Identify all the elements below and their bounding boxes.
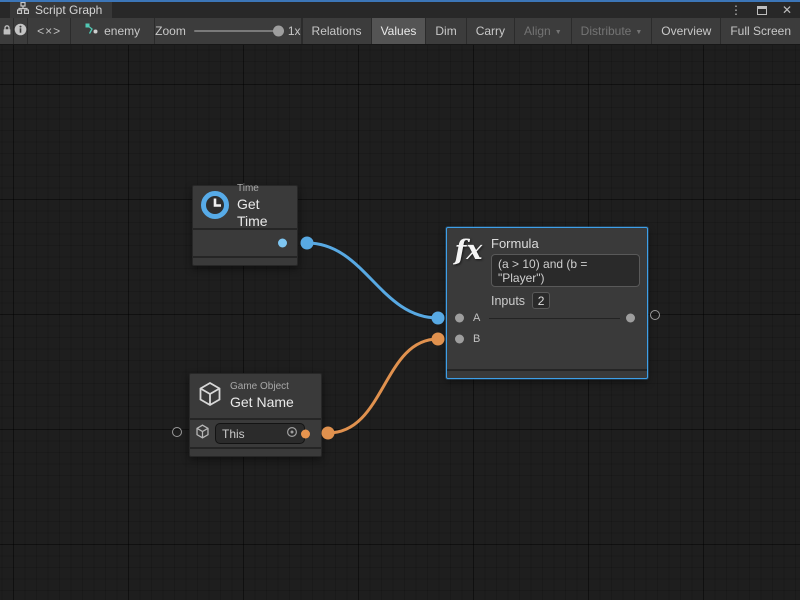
- lock-icon: [1, 24, 13, 39]
- graph-canvas[interactable]: Time Get Time fx Formula (a > 10) and (b…: [0, 45, 800, 600]
- zoom-slider[interactable]: [194, 30, 280, 32]
- output-port-result[interactable]: [626, 314, 635, 323]
- output-port-time[interactable]: [278, 239, 287, 248]
- wire-endpoint: [322, 427, 335, 440]
- info-icon: [14, 23, 27, 39]
- graph-name: enemy: [104, 24, 140, 38]
- wire-endpoint: [432, 312, 445, 325]
- node-category: Time: [237, 183, 290, 196]
- hierarchy-icon: [17, 1, 29, 19]
- object-picker-icon[interactable]: [286, 425, 298, 443]
- node-footer: [190, 447, 321, 456]
- node-category: Game Object: [230, 381, 294, 394]
- distribute-dropdown[interactable]: Distribute ▼: [571, 18, 652, 44]
- wire-name-to-formula-b[interactable]: [328, 339, 438, 433]
- zoom-value: 1x: [288, 24, 301, 38]
- wire-endpoint: [432, 333, 445, 346]
- chevron-down-icon: ▼: [635, 29, 642, 36]
- input-port-b[interactable]: [455, 335, 464, 344]
- zoom-label: Zoom: [155, 24, 186, 38]
- align-dropdown[interactable]: Align ▼: [514, 18, 571, 44]
- port-b-label: B: [473, 333, 480, 345]
- port-a-label: A: [473, 312, 480, 324]
- formula-fx-icon: fx: [452, 236, 485, 309]
- input-port-a[interactable]: [455, 314, 464, 323]
- code-icon: <×>: [37, 24, 61, 38]
- wire-endpoint: [301, 237, 314, 250]
- node-title: Formula: [491, 236, 640, 251]
- dim-button[interactable]: Dim: [425, 18, 465, 44]
- menu-kebab-icon[interactable]: ⋮: [730, 2, 742, 18]
- cube-icon-small: [195, 424, 210, 444]
- get-name-target-ring[interactable]: [172, 427, 182, 437]
- inspect-button[interactable]: [14, 18, 28, 44]
- title-bar: Script Graph ⋮ ✕: [0, 0, 800, 18]
- values-button[interactable]: Values: [371, 18, 426, 44]
- overview-button[interactable]: Overview: [651, 18, 720, 44]
- port-row-a: A: [447, 308, 647, 328]
- graph-breadcrumb[interactable]: enemy: [71, 18, 155, 44]
- node-get-name-header: Game Object Get Name: [190, 374, 321, 418]
- zoom-slider-handle[interactable]: [273, 26, 284, 37]
- port-row-b: B: [447, 329, 647, 349]
- formula-result-ring[interactable]: [650, 310, 660, 320]
- tab-script-graph[interactable]: Script Graph: [10, 2, 112, 18]
- node-formula-header: fx Formula (a > 10) and (b = "Player") I…: [447, 228, 647, 309]
- wires-layer: [0, 45, 800, 600]
- maximize-icon[interactable]: [757, 6, 767, 15]
- graph-icon: [85, 23, 98, 39]
- output-port-name[interactable]: [301, 429, 310, 438]
- target-value: This: [222, 427, 282, 441]
- clear-selection-button[interactable]: <×>: [28, 18, 71, 44]
- node-title: Get Name: [230, 394, 294, 412]
- clock-icon: [200, 190, 230, 225]
- zoom-control: Zoom 1x: [155, 18, 301, 44]
- node-get-time[interactable]: Time Get Time: [192, 185, 298, 266]
- inputs-label: Inputs: [491, 294, 525, 308]
- graph-toolbar: <×> enemy Zoom 1x Relations: [0, 18, 800, 45]
- target-object-field[interactable]: This: [215, 423, 305, 444]
- relations-button[interactable]: Relations: [302, 18, 371, 44]
- lock-button[interactable]: [0, 18, 14, 44]
- window-controls: ⋮ ✕: [730, 2, 792, 18]
- node-title: Get Time: [237, 196, 290, 231]
- node-get-time-ports: [193, 228, 297, 256]
- node-footer: [193, 256, 297, 265]
- view-toggle-buttons: Relations Values Dim Carry Align ▼ Distr…: [302, 18, 800, 44]
- node-footer: [447, 369, 647, 378]
- node-formula[interactable]: fx Formula (a > 10) and (b = "Player") I…: [446, 227, 648, 379]
- node-get-name[interactable]: Game Object Get Name This: [189, 373, 322, 457]
- formula-expression-field[interactable]: (a > 10) and (b = "Player"): [491, 254, 640, 287]
- fullscreen-button[interactable]: Full Screen: [720, 18, 800, 44]
- tab-title: Script Graph: [35, 3, 102, 17]
- port-row-divider: [489, 318, 620, 319]
- cube-icon: [197, 381, 223, 412]
- wire-time-to-formula-a[interactable]: [307, 243, 438, 318]
- inputs-count-field[interactable]: 2: [532, 292, 550, 309]
- node-get-time-header: Time Get Time: [193, 186, 297, 228]
- carry-button[interactable]: Carry: [466, 18, 514, 44]
- script-graph-window: Script Graph ⋮ ✕: [0, 0, 800, 600]
- node-get-name-ports: This: [190, 418, 321, 447]
- chevron-down-icon: ▼: [555, 29, 562, 36]
- close-icon[interactable]: ✕: [782, 2, 792, 18]
